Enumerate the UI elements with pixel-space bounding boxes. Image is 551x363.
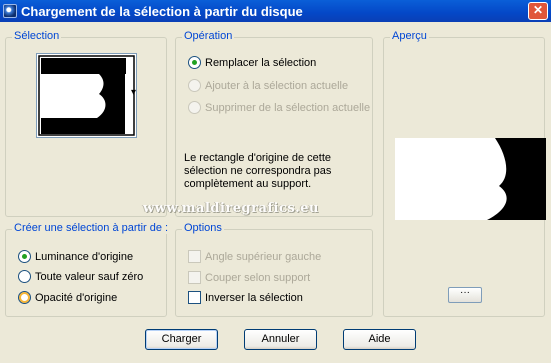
radio-replace-selection-label: Remplacer la sélection <box>205 56 317 69</box>
radio-subtract-selection[interactable]: Supprimer de la sélection actuelle <box>188 101 370 114</box>
help-button[interactable]: Aide <box>343 329 416 350</box>
checkbox-top-left-corner-label: Angle supérieur gauche <box>205 250 322 263</box>
radio-any-nonzero[interactable]: Toute valeur sauf zéro <box>18 270 143 283</box>
chevron-down-icon[interactable]: ▾ <box>131 88 136 98</box>
selection-group-title: Sélection <box>12 30 62 42</box>
selection-thumbnail <box>38 55 135 136</box>
checkbox-box[interactable] <box>188 250 201 263</box>
selection-thumbnail-picker[interactable]: ▾ <box>36 53 137 138</box>
watermark: www.maldiregrafics.eu <box>143 201 319 216</box>
checkbox-crop-to-canvas[interactable]: Couper selon support <box>188 271 310 284</box>
checkbox-invert-selection-label: Inverser la sélection <box>205 291 303 304</box>
radio-source-opacity[interactable]: Opacité d'origine <box>18 291 117 304</box>
window-title: Chargement de la sélection à partir du d… <box>21 3 303 19</box>
preview-image <box>395 138 546 220</box>
preview-group-title: Aperçu <box>390 30 429 42</box>
radio-add-selection-label: Ajouter à la sélection actuelle <box>205 79 349 92</box>
title-bar: Chargement de la sélection à partir du d… <box>0 0 551 22</box>
radio-add-selection[interactable]: Ajouter à la sélection actuelle <box>188 79 348 92</box>
operation-group: Opération Remplacer la sélection Ajouter… <box>175 30 373 217</box>
cancel-button[interactable]: Annuler <box>244 329 317 350</box>
radio-source-luminance[interactable]: Luminance d'origine <box>18 250 133 263</box>
load-button[interactable]: Charger <box>145 329 218 350</box>
checkbox-crop-to-canvas-label: Couper selon support <box>205 271 311 284</box>
radio-any-nonzero-label: Toute valeur sauf zéro <box>35 270 144 283</box>
preview-group: Aperçu ··· <box>383 30 546 317</box>
options-group-title: Options <box>182 222 224 234</box>
radio-source-luminance-label: Luminance d'origine <box>35 250 134 263</box>
dots-icon: ··· <box>460 287 470 298</box>
radio-indicator[interactable] <box>188 79 201 92</box>
operation-group-title: Opération <box>182 30 235 42</box>
radio-selected-indicator[interactable] <box>18 250 31 263</box>
radio-selected-indicator[interactable] <box>188 56 201 69</box>
preview-options-button[interactable]: ··· <box>448 287 482 303</box>
options-group: Options Angle supérieur gauche Couper se… <box>175 222 373 317</box>
radio-indicator[interactable] <box>188 101 201 114</box>
checkbox-box[interactable] <box>188 291 201 304</box>
radio-indicator[interactable] <box>18 291 31 304</box>
radio-source-opacity-label: Opacité d'origine <box>35 291 118 304</box>
create-from-group-title: Créer une sélection à partir de : <box>12 222 171 234</box>
checkbox-top-left-corner[interactable]: Angle supérieur gauche <box>188 250 321 263</box>
checkbox-box[interactable] <box>188 271 201 284</box>
checkbox-invert-selection[interactable]: Inverser la sélection <box>188 291 303 304</box>
radio-indicator[interactable] <box>18 270 31 283</box>
radio-replace-selection[interactable]: Remplacer la sélection <box>188 56 316 69</box>
close-button[interactable]: ✕ <box>528 2 548 20</box>
mismatch-message: Le rectangle d'origine de cette sélectio… <box>184 152 332 190</box>
radio-subtract-selection-label: Supprimer de la sélection actuelle <box>205 101 371 114</box>
selection-group: Sélection ▾ <box>5 30 167 217</box>
create-from-group: Créer une sélection à partir de : Lumina… <box>5 222 171 317</box>
app-icon <box>3 4 17 18</box>
